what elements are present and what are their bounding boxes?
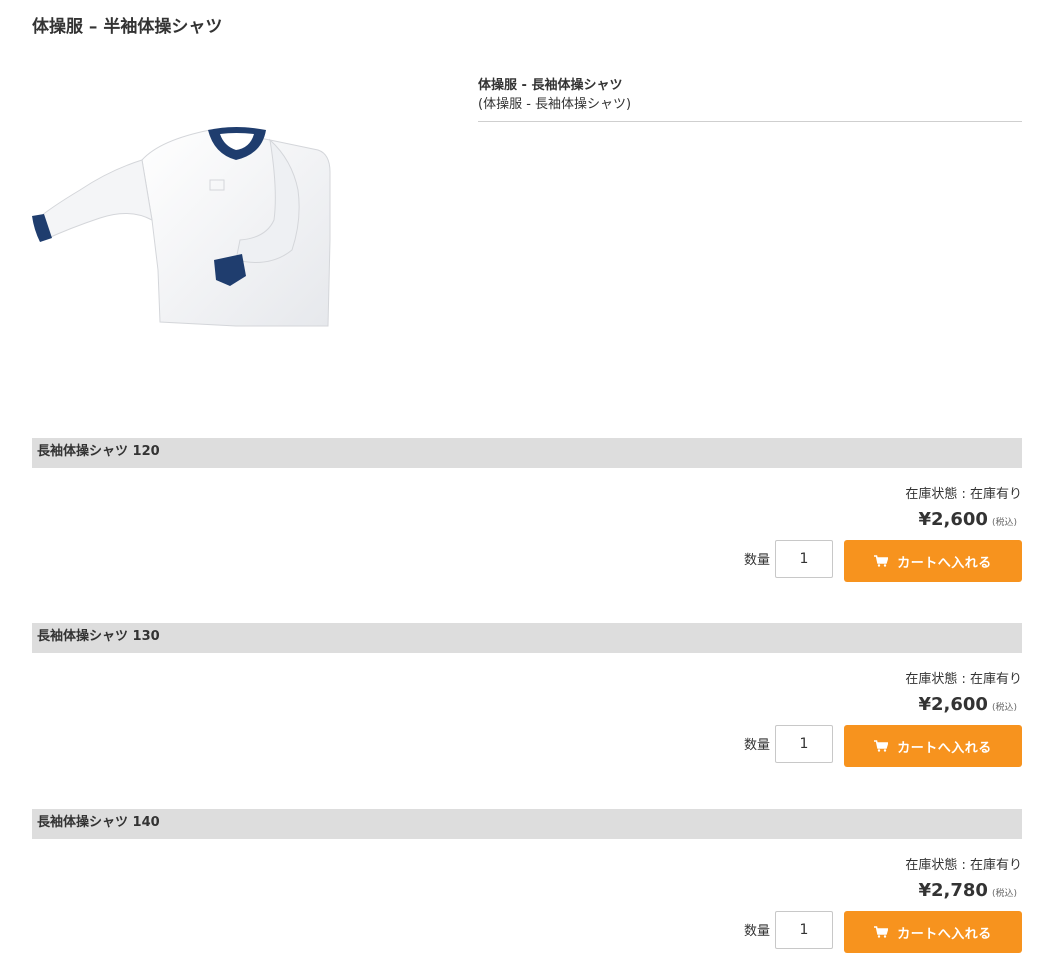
price: ¥2,780 bbox=[918, 880, 988, 901]
variant-row: 長袖体操シャツ 120 在庫状態 : 在庫有り ¥2,600(税込) 数量 カー… bbox=[32, 438, 1022, 598]
product-page: 体操服 – 半袖体操シャツ 体操服 - 長袖体操シャツ (体操服 - 長袖体操シ… bbox=[0, 0, 1049, 978]
shopping-cart-icon bbox=[874, 555, 889, 567]
add-to-cart-button[interactable]: カートへ入れる bbox=[844, 911, 1022, 953]
price: ¥2,600 bbox=[918, 694, 988, 715]
variant-row: 長袖体操シャツ 130 在庫状態 : 在庫有り ¥2,600(税込) 数量 カー… bbox=[32, 623, 1022, 783]
price: ¥2,600 bbox=[918, 509, 988, 530]
shopping-cart-icon bbox=[874, 740, 889, 752]
stock-status: 在庫状態 : 在庫有り bbox=[905, 672, 1022, 687]
variant-header: 長袖体操シャツ 140 bbox=[32, 809, 1022, 839]
stock-status: 在庫状態 : 在庫有り bbox=[905, 487, 1022, 502]
quantity-input[interactable] bbox=[775, 540, 833, 578]
add-to-cart-label: カートへ入れる bbox=[897, 740, 992, 756]
price-row: ¥2,600 (税込) bbox=[919, 508, 1018, 532]
variant-name: 長袖体操シャツ 120 bbox=[37, 444, 160, 459]
shopping-cart-icon bbox=[874, 926, 889, 938]
quantity-input[interactable] bbox=[775, 911, 833, 949]
quantity-label: 数量 bbox=[744, 738, 771, 753]
variant-row: 長袖体操シャツ 140 在庫状態 : 在庫有り ¥2,780(税込) 数量 カー… bbox=[32, 809, 1022, 969]
variant-name: 長袖体操シャツ 130 bbox=[37, 629, 160, 644]
product-image bbox=[30, 120, 335, 332]
price-row: ¥2,780 (税込) bbox=[919, 879, 1018, 903]
tax-note: (税込) bbox=[991, 518, 1017, 528]
add-to-cart-label: カートへ入れる bbox=[897, 555, 992, 571]
product-subtitle: (体操服 - 長袖体操シャツ) bbox=[478, 97, 632, 112]
price-row: ¥2,600 (税込) bbox=[919, 693, 1018, 717]
product-info: 体操服 - 長袖体操シャツ (体操服 - 長袖体操シャツ) bbox=[478, 76, 1022, 122]
tax-note: (税込) bbox=[991, 889, 1017, 899]
product-name: 体操服 - 長袖体操シャツ bbox=[478, 78, 623, 93]
stock-status: 在庫状態 : 在庫有り bbox=[905, 858, 1022, 873]
variant-name: 長袖体操シャツ 140 bbox=[37, 815, 160, 830]
tax-note: (税込) bbox=[991, 703, 1017, 713]
quantity-label: 数量 bbox=[744, 553, 771, 568]
add-to-cart-button[interactable]: カートへ入れる bbox=[844, 540, 1022, 582]
quantity-input[interactable] bbox=[775, 725, 833, 763]
add-to-cart-label: カートへ入れる bbox=[897, 926, 992, 942]
variant-header: 長袖体操シャツ 130 bbox=[32, 623, 1022, 653]
long-sleeve-shirt-icon bbox=[32, 127, 331, 327]
page-title: 体操服 – 半袖体操シャツ bbox=[32, 17, 223, 37]
add-to-cart-button[interactable]: カートへ入れる bbox=[844, 725, 1022, 767]
quantity-label: 数量 bbox=[744, 924, 771, 939]
variant-header: 長袖体操シャツ 120 bbox=[32, 438, 1022, 468]
